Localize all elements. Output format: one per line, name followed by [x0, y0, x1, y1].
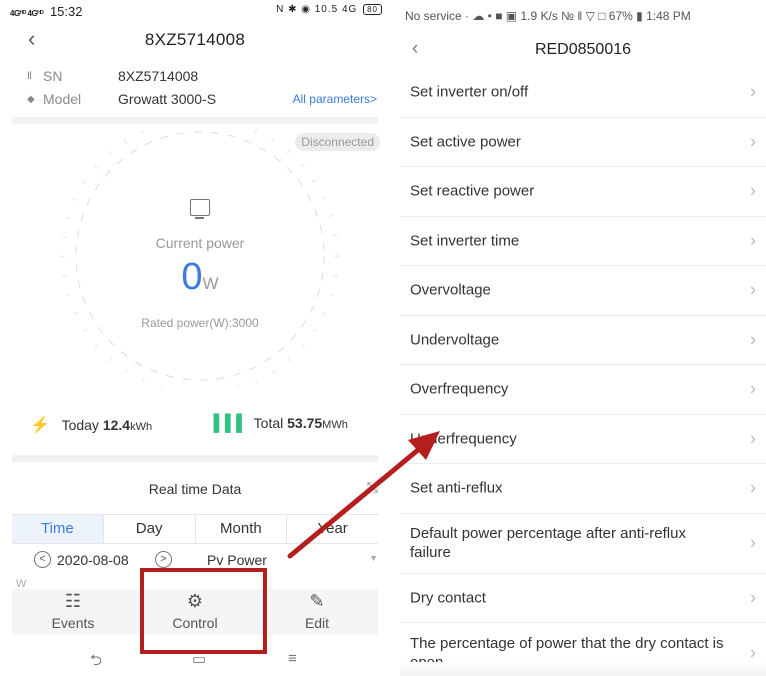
sn-value: 8XZ5714008	[118, 68, 199, 84]
menu-item-dry-contact[interactable]: Dry contact ›	[400, 574, 766, 623]
current-power-value: 0W	[181, 256, 219, 298]
previous-date-button[interactable]: <	[34, 551, 51, 568]
menu-item-underfrequency[interactable]: Underfrequency ›	[400, 415, 766, 464]
expand-icon[interactable]: ⤡	[367, 479, 378, 496]
chevron-right-icon: ›	[750, 532, 756, 553]
events-button[interactable]: ☷ Events	[12, 589, 134, 635]
menu-item-inverter-time[interactable]: Set inverter time ›	[400, 217, 766, 266]
inverter-icon	[190, 199, 210, 219]
chevron-right-icon: ›	[750, 642, 756, 662]
total-energy: ▐▐▐ Total 53.75MWh	[208, 415, 348, 432]
chevron-right-icon: ›	[750, 428, 756, 449]
status-time: 15:32	[49, 4, 83, 19]
lightning-icon: ⚡	[30, 417, 50, 434]
back-nav-icon[interactable]: ⮌	[90, 650, 102, 675]
chevron-right-icon: ›	[750, 378, 756, 399]
edit-icon: ✎	[309, 591, 325, 611]
realtime-data-title: Real time Data	[148, 481, 242, 497]
control-highlight-box	[140, 568, 267, 654]
chevron-right-icon: ›	[750, 230, 756, 251]
chevron-right-icon: ›	[750, 329, 756, 350]
status-bar: 4Gᴴᴰ 4Gᴴᴰ 15:32 N ✱ ◉ 10.5 4G 80	[0, 4, 390, 22]
bar-chart-icon: ▐▐▐	[208, 415, 243, 432]
menu-item-undervoltage[interactable]: Undervoltage ›	[400, 316, 766, 365]
menu-item-overvoltage[interactable]: Overvoltage ›	[400, 266, 766, 316]
divider	[12, 117, 378, 124]
status-icons: N ✱ ◉ 10.5 4G 80	[276, 4, 382, 15]
cube-icon: ◆	[27, 94, 35, 105]
menu-item-reactive-power[interactable]: Set reactive power ›	[400, 167, 766, 217]
chevron-right-icon: ›	[750, 477, 756, 498]
menu-item-overfrequency[interactable]: Overfrequency ›	[400, 365, 766, 415]
tab-month[interactable]: Month	[196, 515, 288, 543]
chevron-right-icon: ›	[750, 279, 756, 300]
chevron-right-icon: ›	[750, 587, 756, 608]
events-icon: ☷	[64, 591, 82, 611]
tab-year[interactable]: Year	[287, 515, 378, 543]
control-menu-list: Set inverter on/off › Set active power › S…	[400, 68, 766, 676]
date-value: 2020-08-08	[57, 552, 129, 568]
chevron-right-icon: ›	[750, 81, 756, 102]
rated-power: Rated power(W):3000	[141, 316, 259, 330]
chevron-right-icon: ›	[750, 180, 756, 201]
list-fade	[400, 662, 766, 676]
model-label: Model	[43, 91, 82, 107]
page-title: RED0850016	[534, 41, 632, 58]
right-phone-screen: No service · ☁ • ■ ▣ 1.9 K/s № ‖ ▽ □ 67%…	[400, 0, 766, 676]
status-bar: No service · ☁ • ■ ▣ 1.9 K/s № ‖ ▽ □ 67%…	[405, 9, 691, 23]
next-date-button[interactable]: >	[155, 551, 172, 568]
barcode-icon: Ⅱ	[27, 71, 32, 82]
today-energy: ⚡ Today 12.4kWh	[30, 417, 153, 434]
current-power-label: Current power	[155, 235, 245, 251]
divider	[12, 455, 378, 462]
model-value: Growatt 3000-S	[118, 91, 217, 107]
series-select[interactable]: Pv Power	[207, 552, 267, 568]
model-row: ◆ Model Growatt 3000-S All parameters>	[0, 91, 390, 111]
signal-icon: 4Gᴴᴰ 4Gᴴᴰ	[10, 9, 44, 18]
menu-nav-icon[interactable]: ≡	[288, 650, 297, 667]
chevron-down-icon[interactable]: ▼	[369, 553, 378, 563]
all-parameters-link[interactable]: All parameters>	[293, 92, 377, 106]
menu-item-default-power-percentage[interactable]: Default power percentage after anti-refl…	[400, 514, 766, 574]
menu-item-inverter-on-off[interactable]: Set inverter on/off ›	[400, 68, 766, 118]
time-range-tabs: Time Day Month Year	[12, 514, 378, 544]
sn-row: Ⅱ SN 8XZ5714008	[0, 68, 390, 88]
edit-button[interactable]: ✎ Edit	[256, 589, 378, 635]
sn-label: SN	[43, 68, 63, 84]
menu-item-active-power[interactable]: Set active power ›	[400, 118, 766, 167]
page-title: 8XZ5714008	[144, 30, 246, 49]
battery-icon: 80	[363, 4, 382, 15]
menu-item-anti-reflux[interactable]: Set anti-reflux ›	[400, 464, 766, 514]
tab-time[interactable]: Time	[12, 515, 104, 543]
chevron-right-icon: ›	[750, 131, 756, 152]
tab-day[interactable]: Day	[104, 515, 196, 543]
